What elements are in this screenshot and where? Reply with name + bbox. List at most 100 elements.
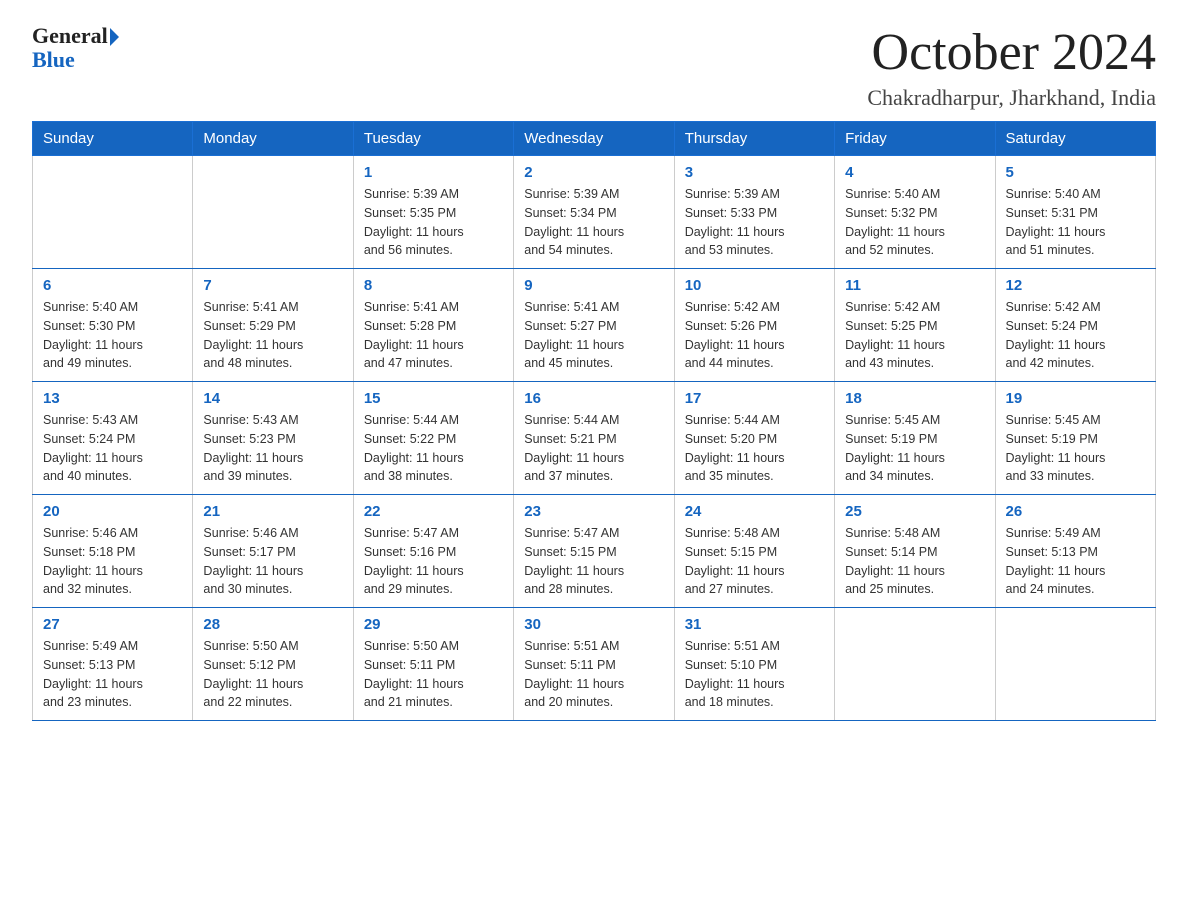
calendar-cell: 3 Sunrise: 5:39 AM Sunset: 5:33 PM Daylig… <box>674 156 834 269</box>
day-number: 4 <box>845 164 984 181</box>
calendar-cell: 25 Sunrise: 5:48 AM Sunset: 5:14 PM Dayli… <box>835 495 995 608</box>
day-number: 6 <box>43 277 182 294</box>
day-info: Sunrise: 5:44 AM Sunset: 5:20 PM Dayligh… <box>685 411 824 486</box>
day-number: 11 <box>845 277 984 294</box>
calendar-cell: 16 Sunrise: 5:44 AM Sunset: 5:21 PM Dayli… <box>514 382 674 495</box>
day-info: Sunrise: 5:51 AM Sunset: 5:10 PM Dayligh… <box>685 637 824 712</box>
title-block: October 2024 Chakradharpur, Jharkhand, I… <box>867 24 1156 111</box>
calendar-week-row: 27Sunrise: 5:49 AM Sunset: 5:13 PM Dayli… <box>33 608 1156 721</box>
month-title: October 2024 <box>867 24 1156 81</box>
day-info: Sunrise: 5:39 AM Sunset: 5:34 PM Dayligh… <box>524 185 663 260</box>
calendar-day-header: Wednesday <box>514 122 674 156</box>
day-number: 13 <box>43 390 182 407</box>
day-number: 30 <box>524 616 663 633</box>
day-info: Sunrise: 5:40 AM Sunset: 5:31 PM Dayligh… <box>1006 185 1145 260</box>
day-info: Sunrise: 5:50 AM Sunset: 5:11 PM Dayligh… <box>364 637 503 712</box>
day-info: Sunrise: 5:39 AM Sunset: 5:35 PM Dayligh… <box>364 185 503 260</box>
page-header: General Blue October 2024 Chakradharpur,… <box>32 24 1156 111</box>
day-info: Sunrise: 5:41 AM Sunset: 5:28 PM Dayligh… <box>364 298 503 373</box>
calendar-cell: 7 Sunrise: 5:41 AM Sunset: 5:29 PM Daylig… <box>193 269 353 382</box>
calendar-cell: 14 Sunrise: 5:43 AM Sunset: 5:23 PM Dayli… <box>193 382 353 495</box>
day-number: 19 <box>1006 390 1145 407</box>
day-info: Sunrise: 5:47 AM Sunset: 5:16 PM Dayligh… <box>364 524 503 599</box>
day-info: Sunrise: 5:48 AM Sunset: 5:14 PM Dayligh… <box>845 524 984 599</box>
calendar-cell: 29 Sunrise: 5:50 AM Sunset: 5:11 PM Dayli… <box>353 608 513 721</box>
calendar-week-row: 6 Sunrise: 5:40 AM Sunset: 5:30 PM Daylig… <box>33 269 1156 382</box>
day-info: Sunrise: 5:46 AM Sunset: 5:17 PM Dayligh… <box>203 524 342 599</box>
calendar-cell: 6 Sunrise: 5:40 AM Sunset: 5:30 PM Daylig… <box>33 269 193 382</box>
day-number: 29 <box>364 616 503 633</box>
day-info: Sunrise: 5:44 AM Sunset: 5:21 PM Dayligh… <box>524 411 663 486</box>
day-number: 5 <box>1006 164 1145 181</box>
day-info: Sunrise: 5:47 AM Sunset: 5:15 PM Dayligh… <box>524 524 663 599</box>
day-number: 14 <box>203 390 342 407</box>
day-number: 9 <box>524 277 663 294</box>
day-number: 17 <box>685 390 824 407</box>
calendar-day-header: Sunday <box>33 122 193 156</box>
calendar-cell: 19 Sunrise: 5:45 AM Sunset: 5:19 PM Dayli… <box>995 382 1155 495</box>
calendar-day-header: Friday <box>835 122 995 156</box>
calendar-cell: 1 Sunrise: 5:39 AM Sunset: 5:35 PM Daylig… <box>353 156 513 269</box>
calendar-table: SundayMondayTuesdayWednesdayThursdayFrid… <box>32 121 1156 721</box>
day-info: Sunrise: 5:44 AM Sunset: 5:22 PM Dayligh… <box>364 411 503 486</box>
calendar-cell: 12 Sunrise: 5:42 AM Sunset: 5:24 PM Dayli… <box>995 269 1155 382</box>
calendar-cell: 18Sunrise: 5:45 AM Sunset: 5:19 PM Dayli… <box>835 382 995 495</box>
day-number: 24 <box>685 503 824 520</box>
calendar-cell <box>995 608 1155 721</box>
calendar-cell: 20Sunrise: 5:46 AM Sunset: 5:18 PM Dayli… <box>33 495 193 608</box>
day-number: 28 <box>203 616 342 633</box>
day-info: Sunrise: 5:46 AM Sunset: 5:18 PM Dayligh… <box>43 524 182 599</box>
calendar-header-row: SundayMondayTuesdayWednesdayThursdayFrid… <box>33 122 1156 156</box>
day-info: Sunrise: 5:45 AM Sunset: 5:19 PM Dayligh… <box>1006 411 1145 486</box>
logo: General Blue <box>32 24 119 72</box>
calendar-cell: 21 Sunrise: 5:46 AM Sunset: 5:17 PM Dayli… <box>193 495 353 608</box>
calendar-cell <box>835 608 995 721</box>
day-number: 2 <box>524 164 663 181</box>
calendar-day-header: Saturday <box>995 122 1155 156</box>
calendar-day-header: Monday <box>193 122 353 156</box>
calendar-cell: 2 Sunrise: 5:39 AM Sunset: 5:34 PM Daylig… <box>514 156 674 269</box>
calendar-cell: 9 Sunrise: 5:41 AM Sunset: 5:27 PM Daylig… <box>514 269 674 382</box>
day-number: 25 <box>845 503 984 520</box>
calendar-cell: 30Sunrise: 5:51 AM Sunset: 5:11 PM Dayli… <box>514 608 674 721</box>
day-info: Sunrise: 5:40 AM Sunset: 5:30 PM Dayligh… <box>43 298 182 373</box>
calendar-day-header: Tuesday <box>353 122 513 156</box>
location-title: Chakradharpur, Jharkhand, India <box>867 85 1156 111</box>
calendar-cell: 24 Sunrise: 5:48 AM Sunset: 5:15 PM Dayli… <box>674 495 834 608</box>
day-info: Sunrise: 5:40 AM Sunset: 5:32 PM Dayligh… <box>845 185 984 260</box>
calendar-cell: 10Sunrise: 5:42 AM Sunset: 5:26 PM Dayli… <box>674 269 834 382</box>
day-number: 15 <box>364 390 503 407</box>
calendar-cell: 13Sunrise: 5:43 AM Sunset: 5:24 PM Dayli… <box>33 382 193 495</box>
day-number: 21 <box>203 503 342 520</box>
calendar-cell: 8Sunrise: 5:41 AM Sunset: 5:28 PM Daylig… <box>353 269 513 382</box>
day-number: 1 <box>364 164 503 181</box>
day-number: 7 <box>203 277 342 294</box>
calendar-cell: 5 Sunrise: 5:40 AM Sunset: 5:31 PM Daylig… <box>995 156 1155 269</box>
day-number: 23 <box>524 503 663 520</box>
day-number: 12 <box>1006 277 1145 294</box>
calendar-cell: 26 Sunrise: 5:49 AM Sunset: 5:13 PM Dayli… <box>995 495 1155 608</box>
day-number: 18 <box>845 390 984 407</box>
calendar-cell: 15 Sunrise: 5:44 AM Sunset: 5:22 PM Dayli… <box>353 382 513 495</box>
calendar-cell: 4 Sunrise: 5:40 AM Sunset: 5:32 PM Daylig… <box>835 156 995 269</box>
calendar-cell: 31Sunrise: 5:51 AM Sunset: 5:10 PM Dayli… <box>674 608 834 721</box>
day-info: Sunrise: 5:49 AM Sunset: 5:13 PM Dayligh… <box>1006 524 1145 599</box>
calendar-week-row: 1 Sunrise: 5:39 AM Sunset: 5:35 PM Daylig… <box>33 156 1156 269</box>
day-number: 3 <box>685 164 824 181</box>
day-number: 16 <box>524 390 663 407</box>
day-info: Sunrise: 5:50 AM Sunset: 5:12 PM Dayligh… <box>203 637 342 712</box>
day-info: Sunrise: 5:48 AM Sunset: 5:15 PM Dayligh… <box>685 524 824 599</box>
calendar-cell: 17 Sunrise: 5:44 AM Sunset: 5:20 PM Dayli… <box>674 382 834 495</box>
day-info: Sunrise: 5:39 AM Sunset: 5:33 PM Dayligh… <box>685 185 824 260</box>
day-info: Sunrise: 5:41 AM Sunset: 5:27 PM Dayligh… <box>524 298 663 373</box>
day-number: 26 <box>1006 503 1145 520</box>
calendar-week-row: 20Sunrise: 5:46 AM Sunset: 5:18 PM Dayli… <box>33 495 1156 608</box>
day-info: Sunrise: 5:42 AM Sunset: 5:26 PM Dayligh… <box>685 298 824 373</box>
calendar-week-row: 13Sunrise: 5:43 AM Sunset: 5:24 PM Dayli… <box>33 382 1156 495</box>
day-info: Sunrise: 5:42 AM Sunset: 5:24 PM Dayligh… <box>1006 298 1145 373</box>
day-info: Sunrise: 5:43 AM Sunset: 5:23 PM Dayligh… <box>203 411 342 486</box>
calendar-cell: 28 Sunrise: 5:50 AM Sunset: 5:12 PM Dayli… <box>193 608 353 721</box>
day-info: Sunrise: 5:41 AM Sunset: 5:29 PM Dayligh… <box>203 298 342 373</box>
calendar-cell <box>193 156 353 269</box>
day-info: Sunrise: 5:42 AM Sunset: 5:25 PM Dayligh… <box>845 298 984 373</box>
